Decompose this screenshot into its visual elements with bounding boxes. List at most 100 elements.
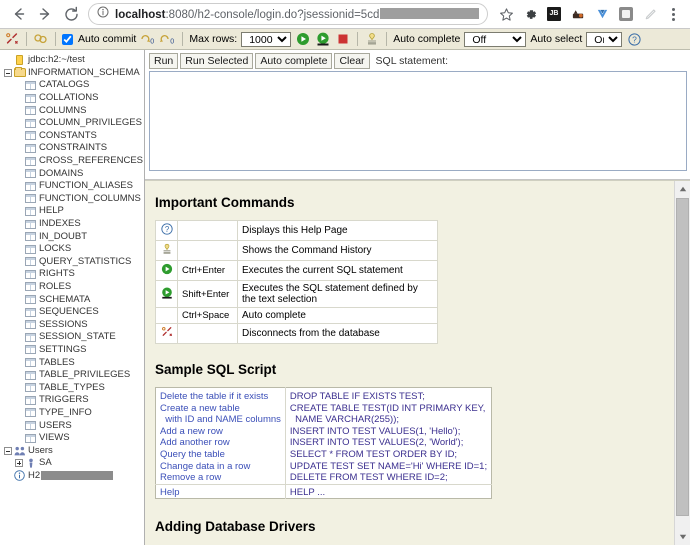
tree-item-table[interactable]: SESSION_STATE xyxy=(2,331,144,344)
history-icon[interactable] xyxy=(155,240,178,261)
auto-complete-button[interactable]: Auto complete xyxy=(255,52,333,69)
back-arrow-icon[interactable] xyxy=(6,1,32,27)
clear-button[interactable]: Clear xyxy=(334,52,370,69)
sql-script-description[interactable]: Remove a row xyxy=(155,472,286,485)
tree-item-table[interactable]: VIEWS xyxy=(2,432,144,445)
tree-label-table: DOMAINS xyxy=(39,167,84,179)
run-button[interactable]: Run xyxy=(149,52,179,69)
tree-item-table[interactable]: DOMAINS xyxy=(2,167,144,180)
tree-item-table[interactable]: TABLE_PRIVILEGES xyxy=(2,369,144,382)
tree-label-table: TYPE_INFO xyxy=(39,406,92,418)
tree-item-table[interactable]: IN_DOUBT xyxy=(2,230,144,243)
sql-script-description[interactable]: Change data in a row xyxy=(155,460,286,473)
tree-item-table[interactable]: CATALOGS xyxy=(2,79,144,92)
tree-toggle-icon[interactable] xyxy=(2,68,13,77)
tree-item-table[interactable]: COLLATIONS xyxy=(2,92,144,105)
tree-toggle-icon[interactable] xyxy=(2,446,13,455)
tree-item-table[interactable]: TABLE_TYPES xyxy=(2,381,144,394)
tree-item-user-sa[interactable]: SA xyxy=(2,457,144,470)
page-info-icon[interactable] xyxy=(97,5,109,23)
run-icon[interactable] xyxy=(155,260,178,281)
tree-item-table[interactable]: QUERY_STATISTICS xyxy=(2,256,144,269)
sql-script-description[interactable]: Add a new row xyxy=(155,425,286,438)
tree-item-table[interactable]: CONSTANTS xyxy=(2,130,144,143)
sql-script-description[interactable]: Delete the table if it exists xyxy=(155,387,286,403)
run-icon[interactable] xyxy=(293,30,313,48)
tree-item-table[interactable]: TYPE_INFO xyxy=(2,407,144,420)
tree-item-table[interactable]: TABLES xyxy=(2,356,144,369)
important-commands-table: ? Displays this Help Page Shows the Comman… xyxy=(155,220,438,344)
tree-label-table: USERS xyxy=(39,419,72,431)
commit-icon[interactable]: 0 xyxy=(138,30,158,48)
tree-item-version[interactable]: H2 xyxy=(2,470,144,483)
max-rows-select[interactable]: 1000 xyxy=(241,31,292,47)
tree-item-table[interactable]: LOCKS xyxy=(2,243,144,256)
tree-item-table[interactable]: SETTINGS xyxy=(2,344,144,357)
tree-item-table[interactable]: COLUMNS xyxy=(2,104,144,117)
disconnect-icon[interactable] xyxy=(2,30,22,48)
scroll-up-icon[interactable] xyxy=(675,181,690,197)
command-description: Executes the current SQL statement xyxy=(237,260,438,281)
pen-icon[interactable] xyxy=(638,2,662,26)
tree-toggle-icon[interactable] xyxy=(13,459,24,468)
tree-item-table[interactable]: SCHEMATA xyxy=(2,293,144,306)
tree-item-table[interactable]: USERS xyxy=(2,419,144,432)
sql-script-description[interactable]: Help xyxy=(155,483,286,499)
sql-script-description[interactable]: Create a new table with ID and NAME colu… xyxy=(155,402,286,426)
tree-item-table[interactable]: ROLES xyxy=(2,281,144,294)
tree-item-table[interactable]: SESSIONS xyxy=(2,318,144,331)
inkdrop-icon[interactable] xyxy=(566,2,590,26)
star-icon[interactable] xyxy=(494,7,518,22)
command-history-icon[interactable] xyxy=(31,30,51,48)
tree-item-table[interactable]: CROSS_REFERENCES xyxy=(2,155,144,168)
document-scrollbar[interactable] xyxy=(674,181,690,545)
toolbar-separator xyxy=(386,32,388,46)
tree-item-connection[interactable]: jdbc:h2:~/test xyxy=(2,54,144,67)
max-rows-label: Max rows: xyxy=(189,33,238,45)
tree-item-table[interactable]: INDEXES xyxy=(2,218,144,231)
sql-script-description[interactable]: Query the table xyxy=(155,448,286,461)
table-icon xyxy=(24,219,37,229)
disconnect-icon[interactable] xyxy=(155,323,178,344)
tree-label-table: COLLATIONS xyxy=(39,92,99,104)
database-tree[interactable]: jdbc:h2:~/test INFORMATION_SCHEMA CATALO… xyxy=(0,50,145,545)
sql-script-help-row: Help HELP ... xyxy=(155,483,492,499)
run-selected-icon[interactable] xyxy=(313,30,333,48)
scroll-down-icon[interactable] xyxy=(675,529,690,545)
tree-item-table[interactable]: SEQUENCES xyxy=(2,306,144,319)
tree-item-table[interactable]: CONSTRAINTS xyxy=(2,142,144,155)
sql-history-icon[interactable] xyxy=(362,30,382,48)
auto-select-select[interactable]: On xyxy=(586,31,623,47)
sql-script-description[interactable]: Add another row xyxy=(155,437,286,449)
forward-arrow-icon[interactable] xyxy=(32,1,58,27)
address-bar[interactable]: localhost:8080/h2-console/login.do?jsess… xyxy=(88,3,488,25)
tree-item-table[interactable]: FUNCTION_COLUMNS xyxy=(2,193,144,206)
auto-complete-select[interactable]: Off xyxy=(464,31,527,47)
help-icon[interactable]: ? xyxy=(624,30,644,48)
tree-item-table[interactable]: RIGHTS xyxy=(2,268,144,281)
url-text: localhost:8080/h2-console/login.do?jsess… xyxy=(115,7,479,21)
gear-icon[interactable] xyxy=(518,2,542,26)
sql-statement-input[interactable] xyxy=(149,71,687,171)
vysor-icon[interactable] xyxy=(590,2,614,26)
tree-item-users[interactable]: Users xyxy=(2,444,144,457)
auto-commit-checkbox[interactable] xyxy=(62,33,73,45)
tree-item-table[interactable]: FUNCTION_ALIASES xyxy=(2,180,144,193)
run-selected-button[interactable]: Run Selected xyxy=(180,52,254,69)
h2-toolbar: Auto commit 0 0 Max rows: 1000 Auto comp… xyxy=(0,29,690,50)
jetbrains-icon[interactable]: JB xyxy=(542,2,566,26)
reload-icon[interactable] xyxy=(58,1,84,27)
run-selected-icon[interactable] xyxy=(155,280,178,308)
tree-label-schema: INFORMATION_SCHEMA xyxy=(28,66,140,78)
tree-item-table[interactable]: TRIGGERS xyxy=(2,394,144,407)
help-icon[interactable]: ? xyxy=(155,220,178,241)
rollback-icon[interactable]: 0 xyxy=(158,30,178,48)
sql-script-row: Query the table SELECT * FROM TEST ORDER … xyxy=(155,448,492,461)
tree-item-information-schema[interactable]: INFORMATION_SCHEMA xyxy=(2,67,144,80)
tree-item-table[interactable]: COLUMN_PRIVILEGES xyxy=(2,117,144,130)
tree-item-table[interactable]: HELP xyxy=(2,205,144,218)
three-dot-menu-icon[interactable] xyxy=(662,7,684,21)
scrollbar-thumb[interactable] xyxy=(676,198,689,516)
pocket-icon[interactable] xyxy=(614,2,638,26)
stop-icon[interactable] xyxy=(333,30,353,48)
